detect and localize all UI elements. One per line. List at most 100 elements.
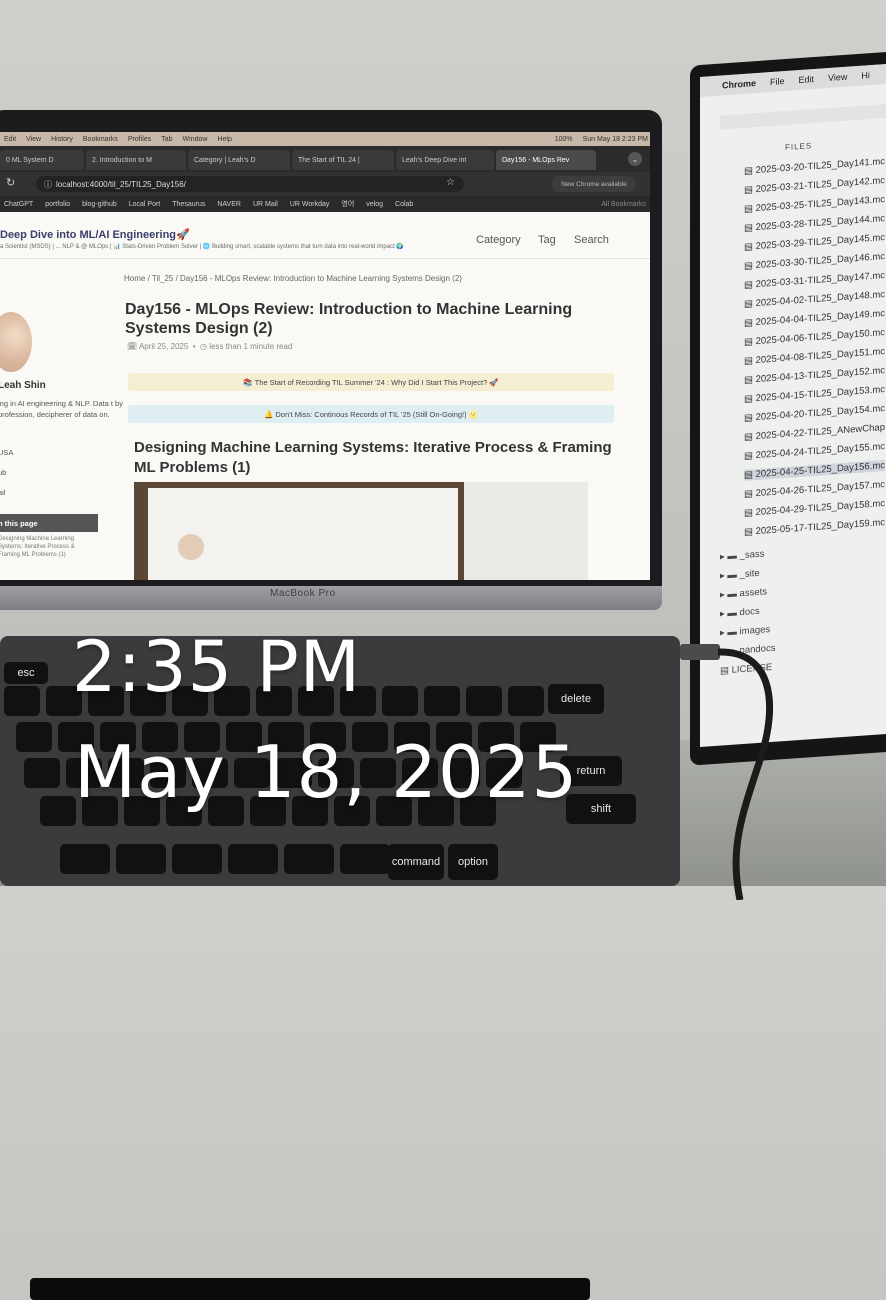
menu-view[interactable]: View — [26, 136, 41, 143]
bookmark-item[interactable]: portfolio — [45, 201, 70, 208]
menu-history[interactable]: Hi — [861, 70, 870, 81]
toc-item[interactable]: Designing Machine Learning Systems: Iter… — [0, 535, 98, 559]
bookmark-item[interactable]: ChatGPT — [4, 201, 33, 208]
option-key[interactable]: option — [448, 844, 498, 880]
file-row[interactable]: ▤ 2025-03-29-TIL25_Day145.mc — [744, 232, 885, 253]
files-panel-title: FILES — [785, 141, 813, 153]
menu-edit[interactable]: Edit — [799, 74, 815, 85]
keycap[interactable] — [24, 758, 60, 788]
file-row[interactable]: ▤ 2025-03-21-TIL25_Day142.mc — [744, 175, 885, 196]
browser-tab[interactable]: Category | Leah's D — [188, 150, 290, 170]
menu-window[interactable]: Window — [183, 136, 208, 143]
folder-row[interactable]: ▸ ▬ _site — [720, 568, 760, 582]
nav-tag[interactable]: Tag — [538, 234, 556, 246]
update-chrome-button[interactable]: New Chrome available — [552, 176, 636, 192]
bookmark-item[interactable]: Thesaurus — [172, 201, 205, 208]
command-key[interactable]: command — [388, 844, 444, 880]
menu-chrome[interactable]: Chrome — [722, 78, 756, 90]
keycap[interactable] — [16, 722, 52, 752]
bookmark-item[interactable]: Colab — [395, 201, 413, 208]
keycap[interactable] — [60, 844, 110, 874]
menu-help[interactable]: Help — [217, 136, 231, 143]
file-row[interactable]: ▤ 2025-04-06-TIL25_Day150.mc — [744, 327, 885, 348]
keycap[interactable] — [340, 844, 390, 874]
keycap[interactable] — [382, 686, 418, 716]
folder-row[interactable]: ▸ ▬ images — [720, 624, 770, 639]
sidebar-email-link[interactable]: ail — [0, 488, 6, 497]
menu-tab[interactable]: Tab — [161, 136, 172, 143]
file-row[interactable]: ▤ 2025-04-04-TIL25_Day149.mc — [744, 308, 885, 329]
file-row[interactable]: ▤ 2025-04-13-TIL25_Day152.mc — [744, 365, 885, 386]
keycap[interactable] — [424, 686, 460, 716]
browser-tab[interactable]: Leah's Deep Dive int — [396, 150, 494, 170]
nested-monitor — [464, 482, 588, 580]
menu-view[interactable]: View — [828, 72, 847, 83]
folder-row[interactable]: ▸ ▬ assets — [720, 586, 767, 600]
menu-profiles[interactable]: Profiles — [128, 136, 151, 143]
keycap[interactable] — [116, 844, 166, 874]
keycap[interactable] — [40, 796, 76, 826]
keycap[interactable] — [466, 686, 502, 716]
file-row[interactable]: ▤ 2025-03-20-TIL25_Day141.mc — [744, 156, 885, 177]
star-icon[interactable]: ☆ — [446, 177, 455, 188]
bookmark-item[interactable]: velog — [366, 201, 383, 208]
keycap[interactable] — [4, 686, 40, 716]
browser-tab-active[interactable]: Day156 - MLOps Rev — [496, 150, 596, 170]
battery-status[interactable]: 100% — [555, 136, 573, 143]
nav-category[interactable]: Category — [476, 234, 521, 246]
folder-row[interactable]: ▸ ▬ docs — [720, 606, 760, 620]
file-row[interactable]: ▤ 2025-04-26-TIL25_Day157.mc — [744, 479, 885, 500]
post-heading: Designing Machine Learning Systems: Iter… — [134, 439, 612, 476]
file-row[interactable]: ▤ 2025-04-20-TIL25_Day154.mc — [744, 403, 885, 424]
file-row[interactable]: ▤ 2025-03-25-TIL25_Day143.mc — [744, 194, 885, 215]
keycap[interactable] — [228, 844, 278, 874]
file-row[interactable]: ▤ 2025-04-29-TIL25_Day158.mc — [744, 498, 885, 519]
file-row[interactable]: ▤ 2025-04-02-TIL25_Day148.mc — [744, 289, 885, 310]
browser-tab[interactable]: The Start of TIL 24 | — [292, 150, 394, 170]
overlay-time: 2:35 PM — [72, 626, 362, 708]
url-text: localhost:4000/til_25/TIL25_Day156/ — [56, 179, 186, 189]
file-row[interactable]: ▤ 2025-03-28-TIL25_Day144.mc — [744, 213, 885, 234]
keycap[interactable] — [284, 844, 334, 874]
file-row[interactable]: ▤ 2025-05-17-TIL25_Day159.mc — [744, 517, 885, 538]
all-bookmarks[interactable]: All Bookmarks — [601, 201, 646, 208]
file-row[interactable]: ▤ 2025-04-25-TIL25_Day156.mc — [744, 460, 885, 481]
reload-icon[interactable]: ↻ — [6, 176, 15, 189]
sidebar-github-link[interactable]: ub — [0, 468, 6, 477]
browser-tab[interactable]: 0 ML System D — [0, 150, 84, 170]
notice-til-summer[interactable]: 📚 The Start of Recording TIL Summer '24 … — [128, 373, 614, 391]
post-date: April 25, 2025 — [138, 342, 189, 351]
file-row[interactable]: ▤ 2025-03-31-TIL25_Day147.mc — [744, 270, 885, 291]
notice-til-25[interactable]: 🔔 Don't Miss: Continous Records of TIL '… — [128, 405, 614, 423]
bookmark-item[interactable]: Local Port — [129, 201, 161, 208]
file-row[interactable]: ▤ 2025-04-22-TIL25_ANewChap — [744, 422, 885, 443]
on-this-page-header: n this page — [0, 514, 98, 532]
nav-search[interactable]: Search — [574, 234, 609, 246]
bookmark-item[interactable]: NAVER — [217, 201, 241, 208]
esc-key[interactable]: esc — [4, 662, 48, 684]
bookmark-item[interactable]: blog-github — [82, 201, 117, 208]
site-title[interactable]: Deep Dive into ML/AI Engineering🚀 — [0, 228, 190, 241]
bookmark-item[interactable]: UR Mail — [253, 201, 278, 208]
touch-bar[interactable] — [30, 1278, 590, 1300]
browser-tab[interactable]: 2. Introduction to M — [86, 150, 186, 170]
bookmark-item[interactable]: 영어 — [341, 199, 354, 209]
file-row[interactable]: ▤ 2025-04-08-TIL25_Day151.mc — [744, 346, 885, 367]
folder-row[interactable]: ▸ ▬ _sass — [720, 548, 764, 562]
tab-search-icon[interactable]: ⌄ — [628, 152, 642, 166]
clock[interactable]: Sun May 18 2:23 PM — [583, 136, 648, 143]
breadcrumb[interactable]: Home / Til_25 / Day156 - MLOps Review: I… — [124, 274, 462, 283]
file-row[interactable]: ▤ 2025-04-24-TIL25_Day155.mc — [744, 441, 885, 462]
url-bar[interactable]: ⓘ localhost:4000/til_25/TIL25_Day156/ — [36, 176, 464, 192]
site-info-icon[interactable]: ⓘ — [44, 179, 52, 190]
menu-bookmarks[interactable]: Bookmarks — [83, 136, 118, 143]
menu-history[interactable]: History — [51, 136, 73, 143]
file-row[interactable]: ▤ 2025-03-30-TIL25_Day146.mc — [744, 251, 885, 272]
keycap[interactable] — [172, 844, 222, 874]
menu-edit[interactable]: Edit — [4, 136, 16, 143]
file-row[interactable]: ▤ 2025-04-15-TIL25_Day153.mc — [744, 384, 885, 405]
keycap[interactable] — [508, 686, 544, 716]
bookmark-item[interactable]: UR Workday — [290, 201, 330, 208]
delete-key[interactable]: delete — [548, 684, 604, 714]
menu-file[interactable]: File — [770, 76, 785, 87]
